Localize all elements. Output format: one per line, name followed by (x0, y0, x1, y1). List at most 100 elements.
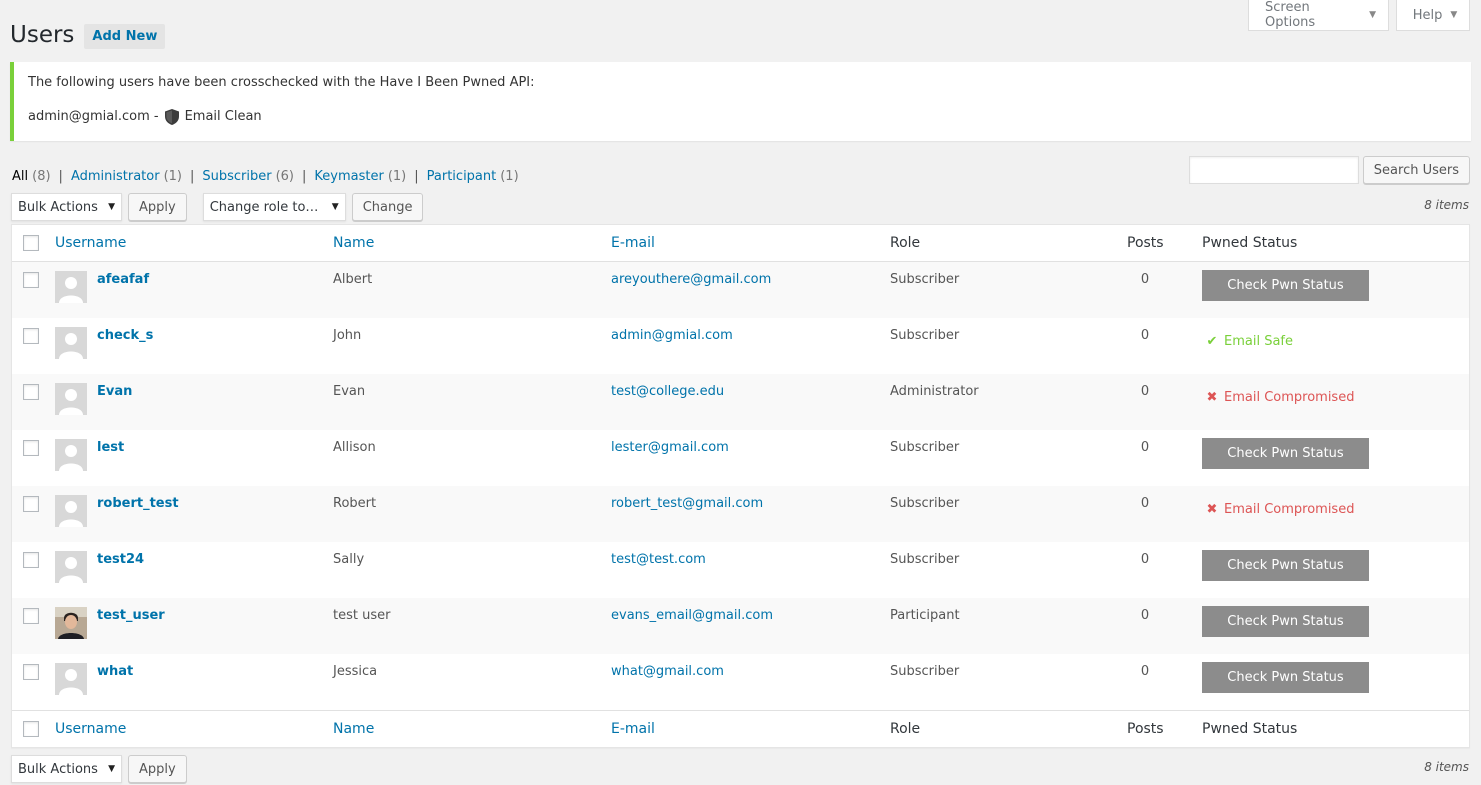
username-link[interactable]: robert_test (97, 496, 179, 511)
check-pwn-status-button[interactable]: Check Pwn Status (1202, 550, 1369, 581)
column-name[interactable]: Name (333, 235, 374, 251)
search-input[interactable] (1188, 156, 1359, 184)
user-posts: 0 (1140, 664, 1150, 679)
row-checkbox[interactable] (23, 664, 39, 680)
filter-label[interactable]: Participant (427, 169, 497, 184)
row-checkbox[interactable] (23, 440, 39, 456)
username-link[interactable]: test_user (97, 608, 165, 623)
user-role: Subscriber (890, 440, 960, 455)
screen-options-button[interactable]: Screen Options ▼ (1248, 0, 1389, 31)
filter-participant[interactable]: Participant (1) (427, 169, 519, 184)
user-name: Allison (333, 440, 376, 455)
column-email[interactable]: E-mail (611, 721, 655, 737)
bulk-actions-select[interactable]: Bulk Actions ▼ (11, 755, 122, 783)
username-link[interactable]: lest (97, 440, 124, 455)
bulk-actions-value: Bulk Actions (18, 199, 98, 215)
bulk-actions-select[interactable]: Bulk Actions ▼ (11, 193, 122, 221)
check-pwn-status-button[interactable]: Check Pwn Status (1202, 662, 1369, 693)
shield-icon (164, 108, 179, 125)
user-posts: 0 (1140, 440, 1150, 455)
user-posts: 0 (1140, 272, 1150, 287)
row-checkbox[interactable] (23, 384, 39, 400)
column-username[interactable]: Username (55, 235, 126, 251)
user-name: Robert (333, 496, 377, 511)
filter-label[interactable]: Keymaster (314, 169, 383, 184)
change-role-select[interactable]: Change role to… ▼ (202, 193, 346, 221)
screen-options-label: Screen Options (1265, 0, 1316, 30)
user-name: test user (333, 608, 391, 623)
filter-all[interactable]: All (8) (12, 169, 51, 184)
avatar (55, 327, 87, 359)
check-pwn-status-button[interactable]: Check Pwn Status (1202, 606, 1369, 637)
table-row: check_s John admin@gmial.com Subscriber … (12, 318, 1469, 374)
user-posts: 0 (1140, 384, 1150, 399)
user-email-link[interactable]: test@college.edu (611, 384, 724, 399)
filter-count: (1) (387, 169, 407, 184)
status-badge: ✖ Email Compromised (1206, 390, 1355, 405)
help-button[interactable]: Help ▼ (1396, 0, 1470, 31)
add-new-button[interactable]: Add New (84, 23, 166, 49)
change-role-button[interactable]: Change (351, 193, 424, 221)
table-row: what Jessica what@gmail.com Subscriber 0… (12, 654, 1469, 710)
row-checkbox[interactable] (23, 272, 39, 288)
tablenav-bottom: Bulk Actions ▼ Apply (11, 755, 187, 783)
filter-separator: | (58, 169, 63, 184)
pwned-status-cell: ✔ Email Safe (1202, 326, 1293, 349)
chevron-down-icon: ▼ (1450, 10, 1458, 20)
check-pwn-status-button[interactable]: Check Pwn Status (1202, 438, 1369, 469)
items-count-bottom: 8 items (1424, 760, 1469, 774)
user-email-link[interactable]: what@gmail.com (611, 664, 724, 679)
user-role: Subscriber (890, 328, 960, 343)
username-link[interactable]: Evan (97, 384, 132, 399)
column-posts: Posts (1127, 721, 1164, 737)
select-all-checkbox[interactable] (23, 235, 39, 251)
user-role: Subscriber (890, 272, 960, 287)
table-body: afeafaf Albert areyouthere@gmail.com Sub… (12, 262, 1469, 710)
row-checkbox[interactable] (23, 328, 39, 344)
status-badge: ✖ Email Compromised (1206, 502, 1355, 517)
avatar (55, 663, 87, 695)
user-role: Subscriber (890, 496, 960, 511)
column-username[interactable]: Username (55, 721, 126, 737)
tablenav-top: Bulk Actions ▼ Apply Change role to… ▼ C… (11, 193, 424, 221)
user-email-link[interactable]: test@test.com (611, 552, 706, 567)
user-posts: 0 (1140, 608, 1150, 623)
check-icon: ✔ (1206, 334, 1218, 349)
pwned-status-cell: Check Pwn Status (1202, 662, 1369, 693)
username-link[interactable]: test24 (97, 552, 144, 567)
username-link[interactable]: what (97, 664, 133, 679)
filter-keymaster[interactable]: Keymaster (1) (314, 169, 406, 184)
table-row: test_user test user evans_email@gmail.co… (12, 598, 1469, 654)
select-all-checkbox[interactable] (23, 721, 39, 737)
pwned-status-cell: Check Pwn Status (1202, 270, 1369, 301)
screen-meta-links: Screen Options ▼ Help ▼ (1248, 0, 1470, 31)
row-checkbox[interactable] (23, 608, 39, 624)
user-email-link[interactable]: robert_test@gmail.com (611, 496, 763, 511)
page-header: Users Add New (10, 19, 166, 51)
column-email[interactable]: E-mail (611, 235, 655, 251)
user-email-link[interactable]: admin@gmial.com (611, 328, 733, 343)
user-email-link[interactable]: evans_email@gmail.com (611, 608, 773, 623)
user-posts: 0 (1140, 328, 1150, 343)
user-email-link[interactable]: lester@gmail.com (611, 440, 729, 455)
filter-label[interactable]: Subscriber (202, 169, 271, 184)
apply-button[interactable]: Apply (128, 755, 187, 783)
row-checkbox[interactable] (23, 496, 39, 512)
username-link[interactable]: afeafaf (97, 272, 149, 287)
filter-label[interactable]: All (12, 169, 28, 184)
column-name[interactable]: Name (333, 721, 374, 737)
items-count-top: 8 items (1424, 198, 1469, 212)
search-users-button[interactable]: Search Users (1362, 156, 1470, 184)
filter-subscriber[interactable]: Subscriber (6) (202, 169, 294, 184)
username-link[interactable]: check_s (97, 328, 153, 343)
pwned-status-cell: ✖ Email Compromised (1202, 494, 1355, 517)
row-checkbox[interactable] (23, 552, 39, 568)
check-pwn-status-button[interactable]: Check Pwn Status (1202, 270, 1369, 301)
notice-message: The following users have been crosscheck… (28, 75, 535, 90)
user-posts: 0 (1140, 552, 1150, 567)
filter-administrator[interactable]: Administrator (1) (71, 169, 182, 184)
apply-button[interactable]: Apply (128, 193, 187, 221)
filter-label[interactable]: Administrator (71, 169, 160, 184)
caret-down-icon: ▼ (108, 764, 115, 774)
user-email-link[interactable]: areyouthere@gmail.com (611, 272, 771, 287)
